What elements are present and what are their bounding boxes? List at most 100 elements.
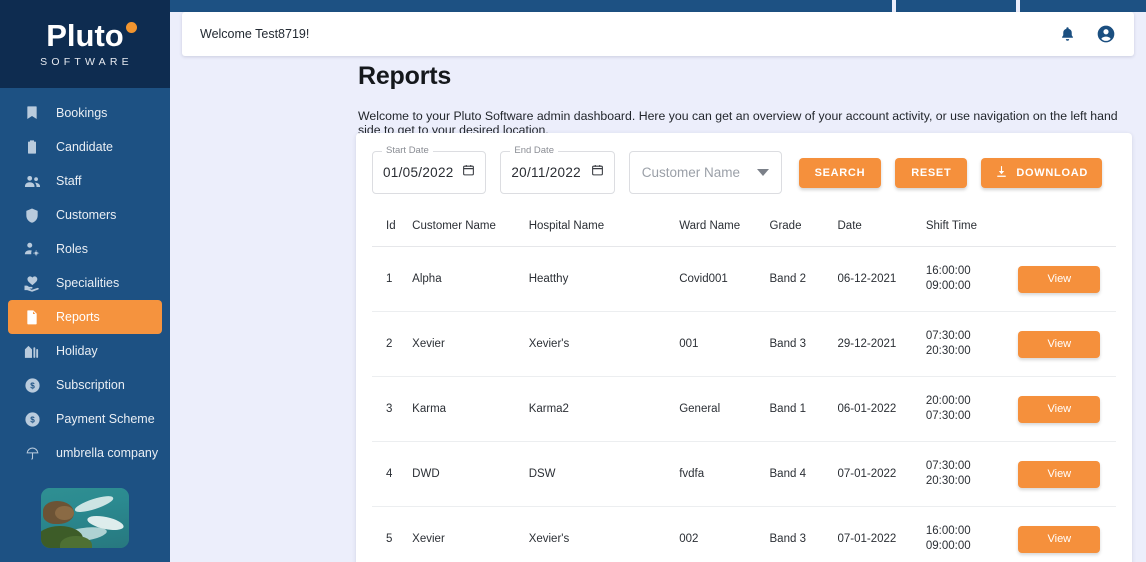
- download-label: DOWNLOAD: [1016, 166, 1088, 179]
- account-circle-icon[interactable]: [1096, 24, 1116, 44]
- customer-name-placeholder: Customer Name: [641, 165, 741, 180]
- top-bar: Welcome Test8719!: [182, 12, 1134, 56]
- cell-hospital-name: Xevier's: [528, 506, 680, 562]
- cell-date: 07-01-2022: [837, 506, 926, 562]
- cell-actions: View: [1018, 506, 1116, 562]
- clipboard-icon: [22, 137, 42, 157]
- sidebar-item-roles[interactable]: Roles: [8, 232, 162, 266]
- cell-actions: View: [1018, 311, 1116, 377]
- bell-icon[interactable]: [1059, 25, 1076, 43]
- sidebar-item-reports[interactable]: Reports: [8, 300, 162, 334]
- person-gear-icon: [22, 239, 42, 259]
- end-date-label: End Date: [510, 145, 558, 156]
- view-button[interactable]: View: [1018, 265, 1101, 293]
- column-header-ward-name[interactable]: Ward Name: [679, 214, 770, 247]
- sidebar-item-label: Reports: [56, 310, 100, 324]
- cell-customer-name: Xevier: [412, 311, 529, 377]
- view-button[interactable]: View: [1018, 460, 1101, 488]
- sidebar-item-candidate[interactable]: Candidate: [8, 130, 162, 164]
- reset-button[interactable]: RESET: [895, 157, 968, 188]
- sidebar-item-payment-scheme[interactable]: $ Payment Scheme: [8, 402, 162, 436]
- cell-grade: Band 4: [769, 441, 838, 507]
- dollar-circle-icon: $: [22, 409, 42, 429]
- cell-actions: View: [1018, 441, 1116, 507]
- view-button[interactable]: View: [1018, 525, 1101, 553]
- sidebar-item-customers[interactable]: Customers: [8, 198, 162, 232]
- cell-date: 06-12-2021: [837, 246, 926, 312]
- cell-hospital-name: Heatthy: [528, 246, 680, 312]
- cell-shift-time: 16:00:00 09:00:00: [925, 246, 1019, 312]
- brand-logo[interactable]: Pluto SOFTWARE: [0, 0, 170, 88]
- sidebar-item-staff[interactable]: Staff: [8, 164, 162, 198]
- cell-ward-name: General: [679, 376, 770, 442]
- table-body: 1 Alpha Heatthy Covid001 Band 2 06-12-2021 16:…: [372, 246, 1116, 562]
- shift-end: 20:30:00: [925, 475, 971, 487]
- sidebar-item-label: Subscription: [56, 378, 125, 392]
- decorative-top-bars: [170, 0, 1146, 12]
- end-date-value: 20/11/2022: [511, 165, 581, 180]
- start-date-field[interactable]: Start Date 01/05/2022: [372, 145, 487, 194]
- cell-ward-name: 001: [679, 311, 770, 377]
- column-header-id[interactable]: Id: [372, 214, 413, 247]
- sidebar-item-umbrella-company[interactable]: umbrella company: [8, 436, 162, 470]
- app-root: Pluto SOFTWARE Bookings Candidate Staff …: [0, 0, 1146, 562]
- view-button[interactable]: View: [1018, 395, 1101, 423]
- umbrella-icon: [22, 443, 42, 463]
- sidebar-item-bookings[interactable]: Bookings: [8, 96, 162, 130]
- download-icon: [995, 165, 1008, 181]
- customer-name-select[interactable]: Customer Name: [628, 151, 782, 194]
- column-header-date[interactable]: Date: [837, 214, 926, 247]
- cell-customer-name: Xevier: [412, 506, 529, 562]
- shift-start: 20:00:00: [925, 395, 971, 407]
- calendar-icon[interactable]: [462, 163, 475, 182]
- start-date-value: 01/05/2022: [383, 165, 454, 180]
- cell-shift-time: 20:00:00 07:30:00: [925, 376, 1019, 442]
- table-row: 2 Xevier Xevier's 001 Band 3 29-12-2021 07:30:…: [372, 311, 1116, 377]
- cell-id: 4: [372, 441, 413, 507]
- cell-hospital-name: Karma2: [528, 376, 680, 442]
- cell-date: 07-01-2022: [837, 441, 926, 507]
- cell-customer-name: DWD: [412, 441, 529, 507]
- bookmark-icon: [22, 103, 42, 123]
- chevron-down-icon: [756, 164, 769, 182]
- search-button[interactable]: SEARCH: [798, 157, 882, 188]
- svg-text:$: $: [30, 381, 35, 390]
- shift-end: 09:00:00: [925, 540, 971, 552]
- sidebar-item-label: Roles: [56, 242, 88, 256]
- cell-id: 3: [372, 376, 413, 442]
- end-date-field[interactable]: End Date 20/11/2022: [500, 145, 615, 194]
- cell-grade: Band 3: [769, 311, 838, 377]
- logo-text: Pluto: [46, 18, 124, 53]
- logo-wordmark: Pluto: [46, 18, 137, 53]
- column-header-shift-time[interactable]: Shift Time: [925, 214, 1019, 247]
- cell-id: 2: [372, 311, 413, 377]
- cell-customer-name: Karma: [412, 376, 529, 442]
- sidebar-item-holiday[interactable]: Holiday: [8, 334, 162, 368]
- top-bar-actions: [1059, 24, 1116, 44]
- building-icon: [22, 341, 42, 361]
- cell-actions: View: [1018, 246, 1116, 312]
- start-date-label: Start Date: [382, 145, 433, 156]
- cell-id: 5: [372, 506, 413, 562]
- shift-end: 20:30:00: [925, 345, 971, 357]
- column-header-hospital-name[interactable]: Hospital Name: [528, 214, 680, 247]
- page-title: Reports: [358, 62, 452, 90]
- cell-hospital-name: Xevier's: [528, 311, 680, 377]
- column-header-customer-name[interactable]: Customer Name: [412, 214, 529, 247]
- sidebar-item-label: Specialities: [56, 276, 120, 290]
- sidebar-item-label: Bookings: [56, 106, 108, 120]
- page-header: Reports Welcome to your Pluto Software a…: [358, 62, 1126, 137]
- cell-date: 29-12-2021: [837, 311, 926, 377]
- download-button[interactable]: DOWNLOAD: [981, 157, 1102, 188]
- view-button[interactable]: View: [1018, 330, 1101, 358]
- reports-card: Start Date 01/05/2022 End Date 20/11/202…: [356, 133, 1132, 562]
- sidebar-item-specialities[interactable]: Specialities: [8, 266, 162, 300]
- document-icon: [22, 307, 42, 327]
- sidebar-item-subscription[interactable]: $ Subscription: [8, 368, 162, 402]
- table-row: 4 DWD DSW fvdfa Band 4 07-01-2022 07:30:00 20:3…: [372, 441, 1116, 507]
- column-header-actions: [1018, 214, 1116, 247]
- sidebar-item-label: Candidate: [56, 140, 113, 154]
- sidebar-item-label: Payment Scheme: [56, 412, 155, 426]
- column-header-grade[interactable]: Grade: [769, 214, 838, 247]
- calendar-icon[interactable]: [591, 163, 604, 182]
